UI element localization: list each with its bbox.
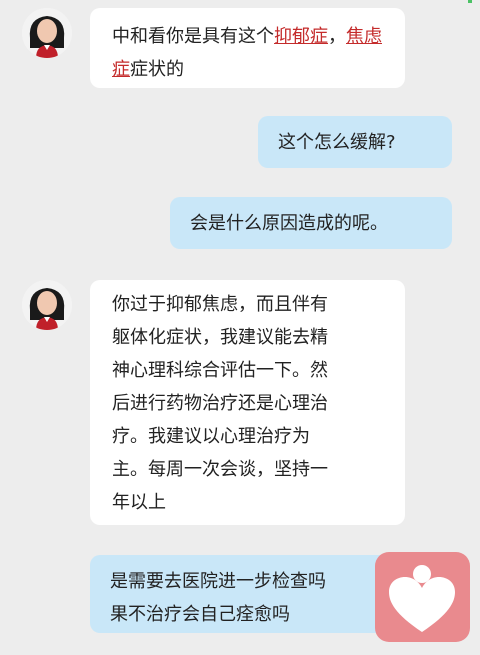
message-4-line: 后进行药物治疗还是心理治 bbox=[112, 393, 328, 414]
message-4-line: 躯体化症状，我建议能去精 bbox=[112, 327, 328, 348]
message-bubble-3: 会是什么原因造成的呢。 bbox=[170, 197, 452, 249]
message-3-text: 会是什么原因造成的呢。 bbox=[190, 213, 388, 234]
doctor-avatar-icon bbox=[22, 8, 72, 58]
message-4-line: 年以上 bbox=[112, 492, 166, 513]
message-bubble-2: 这个怎么缓解? bbox=[258, 116, 452, 168]
message-1-tail: 症状的 bbox=[130, 59, 184, 80]
heart-icon bbox=[389, 565, 455, 632]
message-4-line: 主。每周一次会谈，坚持一 bbox=[112, 459, 328, 480]
message-4-line: 你过于抑郁焦虑，而且伴有 bbox=[112, 294, 328, 315]
doctor-avatar-icon bbox=[22, 280, 72, 330]
message-4-line: 神心理科综合评估一下。然 bbox=[112, 360, 328, 381]
message-bubble-5: 是需要去医院进一步检查吗 果不治疗会自己痊愈吗 bbox=[90, 555, 390, 633]
message-5-line: 果不治疗会自己痊愈吗 bbox=[110, 604, 290, 625]
doctor-avatar[interactable] bbox=[22, 280, 72, 330]
message-2-text: 这个怎么缓解? bbox=[278, 132, 396, 153]
message-bubble-1: 中和看你是具有这个抑郁症，焦虑症症状的 bbox=[90, 8, 405, 88]
message-5-line: 是需要去医院进一步检查吗 bbox=[110, 571, 326, 592]
message-4-line: 疗。我建议以心理治疗为 bbox=[112, 426, 310, 447]
heart-badge[interactable] bbox=[375, 552, 470, 642]
message-1-comma: ， bbox=[328, 26, 346, 47]
doctor-avatar[interactable] bbox=[22, 8, 72, 58]
keyword-depression: 抑郁症 bbox=[274, 26, 328, 47]
message-1-text: 中和看你是具有这个 bbox=[112, 26, 274, 47]
top-accent-bar bbox=[468, 0, 472, 3]
message-bubble-4: 你过于抑郁焦虑，而且伴有 躯体化症状，我建议能去精 神心理科综合评估一下。然 后… bbox=[90, 280, 405, 525]
